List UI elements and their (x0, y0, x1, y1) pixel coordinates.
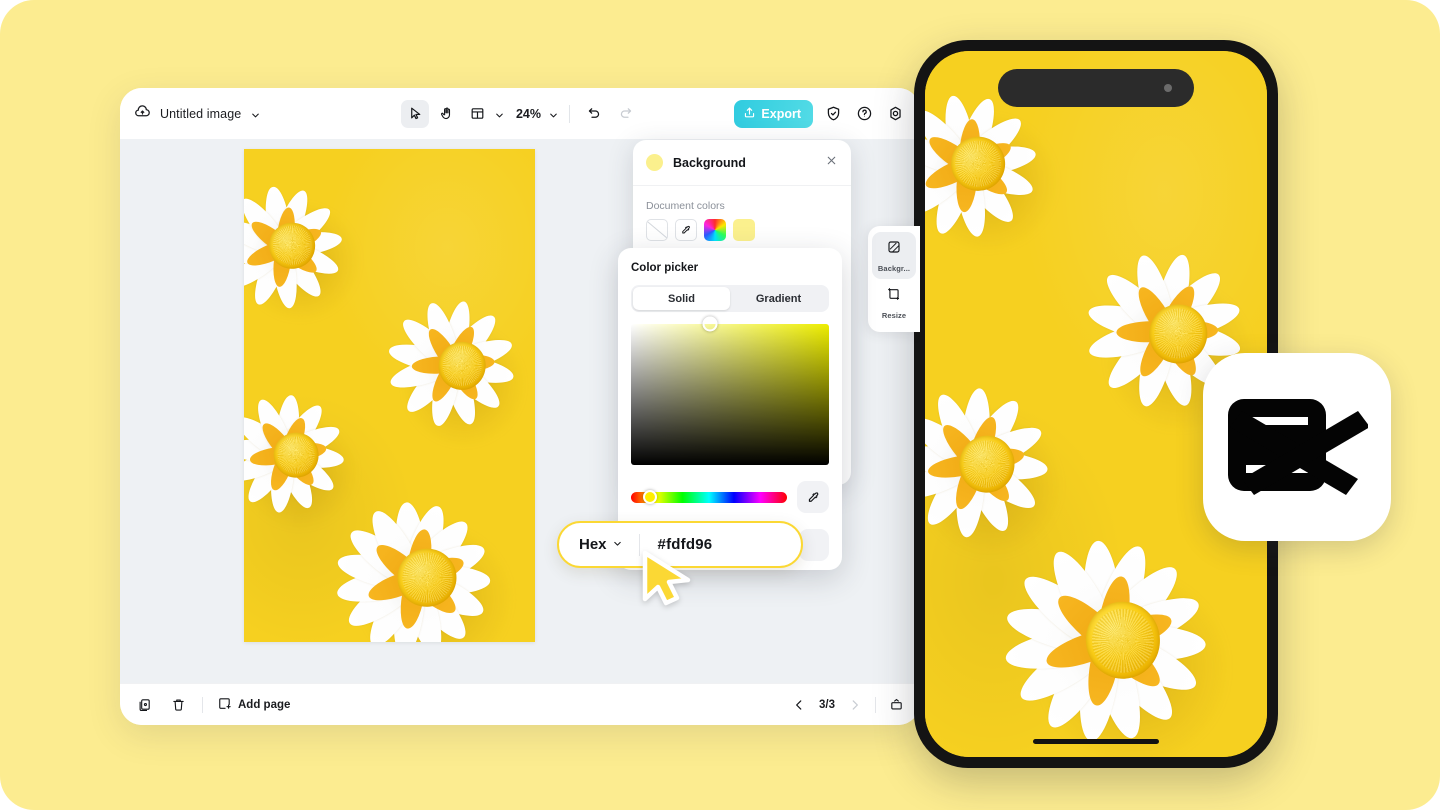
chevron-down-icon[interactable] (250, 108, 261, 119)
page-actions: Add page (134, 695, 290, 715)
duplicate-page-icon[interactable] (134, 695, 154, 715)
flower-image (1003, 524, 1243, 757)
sv-handle[interactable] (702, 316, 718, 332)
close-icon[interactable] (825, 154, 838, 172)
flower-image (925, 376, 1073, 569)
flower-image (334, 487, 524, 642)
layout-chevron-down-icon[interactable] (494, 108, 505, 119)
swatch-yellow[interactable] (733, 219, 755, 241)
export-button[interactable]: Export (734, 99, 813, 128)
add-page-label: Add page (238, 698, 291, 711)
capcut-logo-badge (1203, 353, 1391, 541)
question-circle-icon[interactable] (853, 103, 875, 125)
flower-image (382, 284, 535, 462)
redo-button[interactable] (611, 100, 639, 128)
bottombar-divider-right (875, 696, 876, 713)
color-mode-tabs: Solid Gradient (631, 285, 829, 312)
flower-image (244, 170, 371, 333)
upload-icon (743, 106, 756, 122)
rail-label-resize: Resize (881, 311, 907, 320)
tool-cluster: 24% (400, 99, 639, 128)
chevron-left-icon[interactable] (789, 695, 809, 715)
undo-button[interactable] (580, 100, 608, 128)
document-title: Untitled image (160, 106, 242, 121)
capcut-logo (1226, 391, 1370, 504)
bottom-toolbar: Add page 3/3 (120, 683, 920, 725)
add-page-button[interactable]: Add page (217, 696, 290, 714)
front-camera-dot (1164, 84, 1172, 92)
zoom-level[interactable]: 24% (508, 107, 545, 121)
present-icon[interactable] (886, 695, 906, 715)
tab-solid[interactable]: Solid (633, 287, 730, 310)
color-picker-title: Color picker (631, 262, 699, 274)
shield-check-icon[interactable] (822, 103, 844, 125)
chevron-down-icon (612, 536, 623, 554)
gear-icon[interactable] (884, 103, 906, 125)
background-panel-title: Background (673, 155, 746, 170)
document-colors-label: Document colors (646, 200, 725, 212)
toolbar-divider (569, 104, 571, 123)
layout-tool[interactable] (463, 100, 491, 128)
hue-row (631, 481, 829, 513)
rail-label-background: Backgr... (877, 264, 911, 273)
trash-icon[interactable] (168, 695, 188, 715)
swatch-eyedropper[interactable] (675, 219, 697, 241)
topbar-actions: Export (734, 99, 906, 128)
export-label: Export (761, 106, 801, 121)
hex-mode-label: Hex (579, 536, 607, 553)
rail-item-background[interactable]: Backgr... (872, 232, 916, 279)
select-tool[interactable] (400, 99, 429, 128)
eyedropper-button[interactable] (797, 481, 829, 513)
mouse-cursor-arrow (639, 549, 701, 616)
background-panel-header: Background (633, 140, 851, 186)
page-indicator: 3/3 (819, 698, 835, 711)
bottombar-divider (202, 696, 203, 713)
background-color-preview[interactable] (646, 154, 663, 171)
tab-gradient[interactable]: Gradient (730, 287, 827, 310)
document-colors-swatches (633, 219, 851, 241)
top-toolbar: Untitled image 24% Export (120, 88, 920, 139)
page-navigation: 3/3 (789, 695, 906, 715)
saturation-value-area[interactable] (631, 316, 829, 465)
page-background: Untitled image 24% Export Add page 3/3 B… (0, 0, 1440, 810)
chevron-right-icon[interactable] (845, 695, 865, 715)
document-info[interactable]: Untitled image (134, 103, 261, 125)
zoom-chevron-down-icon[interactable] (548, 108, 559, 119)
resize-icon (886, 286, 902, 307)
add-page-icon (217, 696, 232, 714)
hue-slider[interactable] (631, 490, 787, 504)
home-indicator (1033, 739, 1159, 744)
right-tool-rail: Backgr... Resize (868, 226, 920, 332)
rail-item-resize[interactable]: Resize (872, 279, 916, 326)
hue-handle[interactable] (642, 490, 657, 504)
swatch-color-wheel[interactable] (704, 219, 726, 241)
dynamic-island (998, 69, 1194, 107)
background-swatch-icon (886, 239, 902, 260)
artboard[interactable] (244, 149, 535, 642)
cloud-icon (134, 103, 151, 125)
hand-tool[interactable] (432, 100, 460, 128)
alpha-field[interactable] (799, 529, 829, 561)
swatch-none[interactable] (646, 219, 668, 241)
hex-mode-selector[interactable]: Hex (559, 536, 623, 554)
